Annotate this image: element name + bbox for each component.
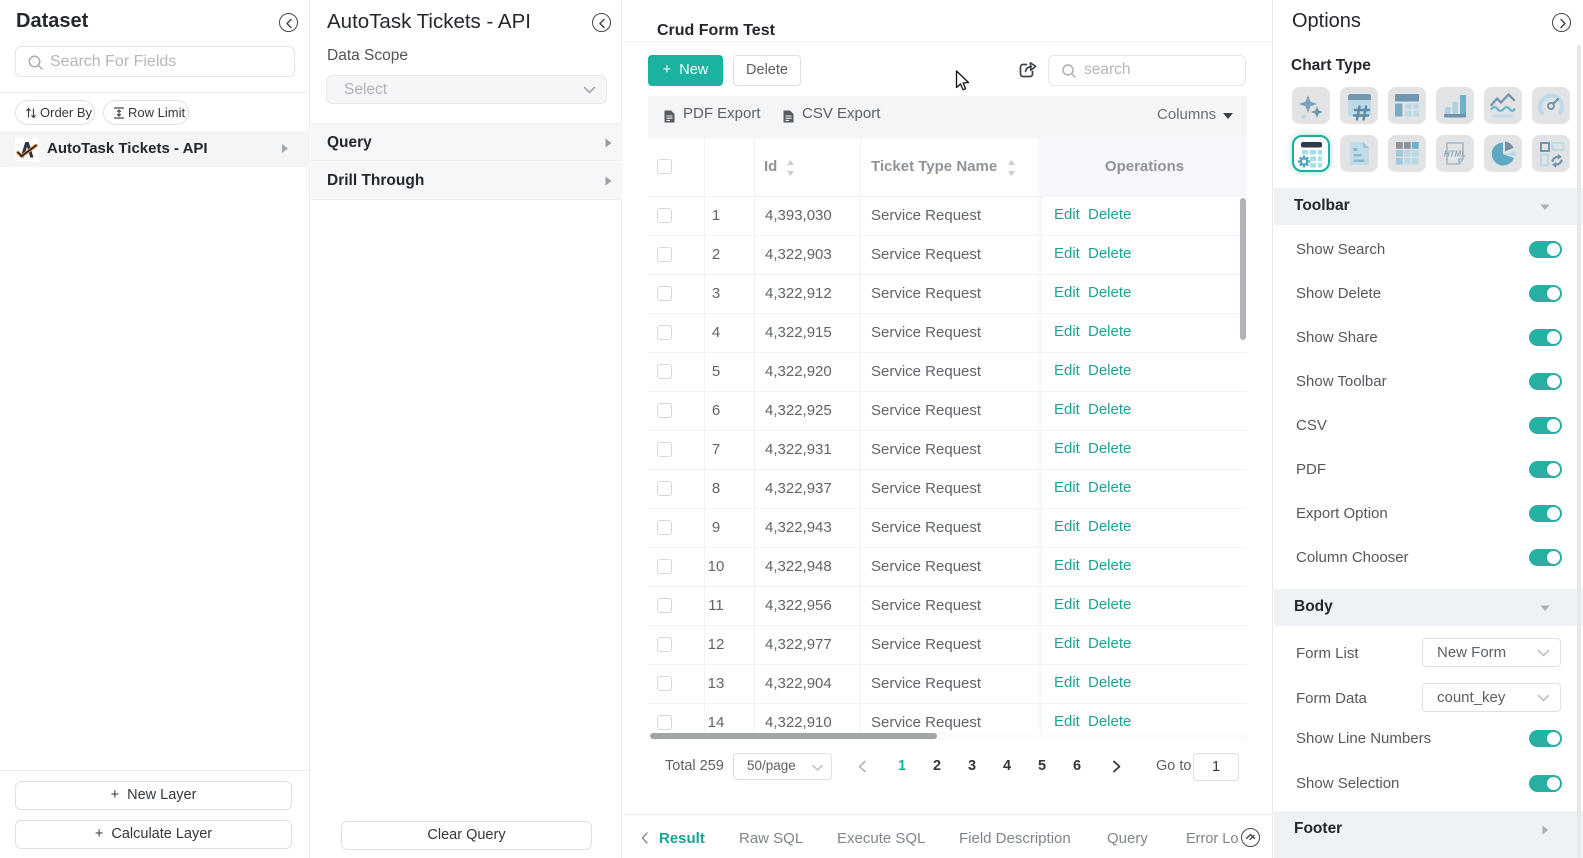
svg-text:HTML: HTML [1444, 150, 1466, 159]
